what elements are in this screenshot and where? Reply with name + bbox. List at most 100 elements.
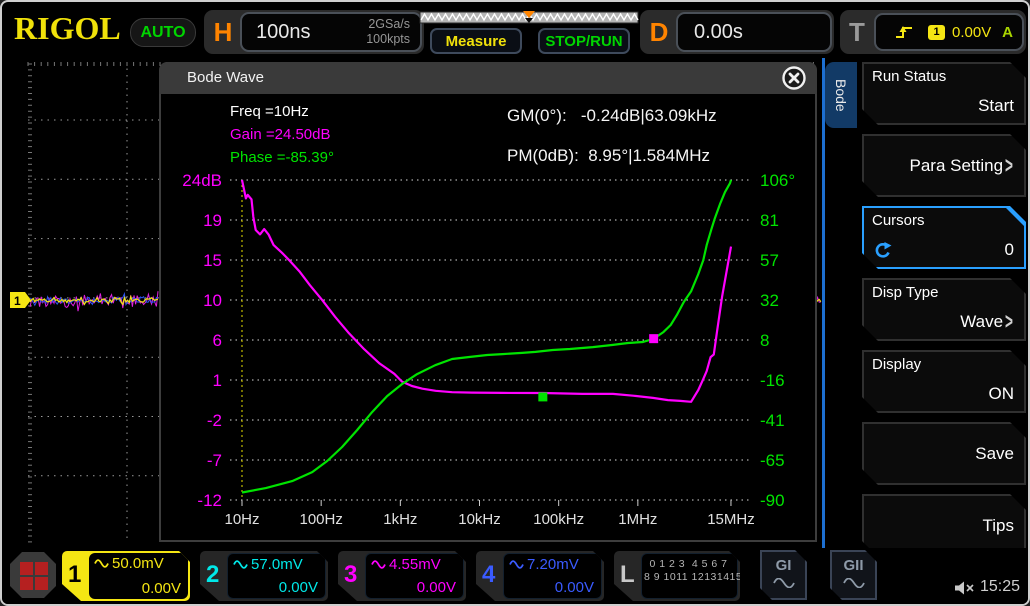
rotate-icon bbox=[872, 241, 892, 259]
sample-rate: 2GSa/s 100kpts bbox=[366, 17, 410, 47]
bottom-bar: 150.0mV0.00V257.0mV0.00V34.55mV0.00V47.2… bbox=[2, 548, 1030, 606]
phase-tick-label: -41 bbox=[760, 411, 785, 430]
freq-tick-label: 1kHz bbox=[383, 511, 417, 528]
tab-bode[interactable]: Bode bbox=[825, 62, 857, 128]
ac-coupling-icon bbox=[371, 560, 386, 569]
oscilloscope-screen: 1 RIGOL AUTO H 100ns 2GSa/s 100kpts Meas… bbox=[0, 0, 1030, 606]
menu-item-value: Start bbox=[978, 96, 1014, 116]
delay-group: D 0.00s bbox=[640, 10, 834, 54]
trigger-mode: A bbox=[1002, 24, 1013, 41]
menu-item-value: Wave> bbox=[960, 312, 1014, 332]
horizontal-group: H 100ns 2GSa/s 100kpts bbox=[204, 10, 424, 54]
delay-box[interactable]: 0.00s bbox=[676, 12, 832, 52]
dialog-titlebar[interactable]: Bode Wave bbox=[159, 62, 817, 94]
gain-curve bbox=[242, 180, 731, 402]
channel-1-box[interactable]: 1 50.0mV0.00V bbox=[62, 551, 190, 601]
ac-coupling-icon bbox=[233, 560, 248, 569]
logic-channels-box[interactable]: L0 1 2 3 4 5 6 78 9 1011 12131415 bbox=[614, 551, 740, 601]
ac-coupling-icon bbox=[94, 559, 109, 568]
timebase-position-strip[interactable] bbox=[419, 9, 639, 26]
menu-item-cursors[interactable]: Cursors0 bbox=[862, 206, 1026, 269]
gain-tick-label: 15 bbox=[203, 251, 222, 270]
phase-tick-label: 57 bbox=[760, 251, 779, 270]
gain-tick-label: 1 bbox=[213, 371, 222, 390]
menu-item-value: Tips bbox=[983, 516, 1015, 536]
channel-number: 1 bbox=[68, 561, 81, 589]
gain-tick-label: -2 bbox=[207, 411, 222, 430]
phase-tick-label: -65 bbox=[760, 451, 785, 470]
sine-icon bbox=[843, 578, 865, 588]
menu-item-value: Para Setting> bbox=[910, 156, 1015, 176]
channel-readout: 4.55mV 0.00V bbox=[365, 553, 464, 599]
trigger-edge-icon bbox=[894, 24, 914, 40]
auto-status-badge: AUTO bbox=[130, 18, 196, 47]
freq-tick-label: 100Hz bbox=[299, 511, 342, 528]
sidebar-menu: Run StatusStart Para Setting> Cursors0 Disp… bbox=[862, 62, 1026, 557]
channel-readout: 7.20mV 0.00V bbox=[503, 553, 602, 599]
bode-chart: 24dB106°198115571032681-16-2-41-7-65-12-… bbox=[159, 94, 813, 540]
clock: 15:25 bbox=[980, 578, 1020, 596]
menu-item-para-setting[interactable]: Para Setting> bbox=[862, 134, 1026, 197]
bode-wave-dialog: Bode Wave Freq =10Hz Gain =24.50dB Phase… bbox=[159, 62, 817, 542]
trigger-box[interactable]: 1 0.00V A bbox=[874, 13, 1024, 51]
ac-coupling-icon bbox=[509, 560, 524, 569]
memory-depth: 100kpts bbox=[366, 32, 410, 46]
channel-scale: 7.20mV bbox=[527, 556, 579, 573]
freq-tick-label: 100kHz bbox=[533, 511, 584, 528]
phase-tick-label: 106° bbox=[760, 171, 795, 190]
channel-readout: 50.0mV0.00V bbox=[89, 553, 188, 599]
menu-item-label: Disp Type bbox=[872, 284, 938, 301]
main-menu-button[interactable] bbox=[10, 552, 56, 598]
phase-tick-label: 32 bbox=[760, 291, 779, 310]
gain-tick-label: 24dB bbox=[182, 171, 222, 190]
logic-row-8-15: 8 9 1011 12131415 bbox=[644, 571, 733, 584]
menu-item-label: Display bbox=[872, 356, 921, 373]
logic-readout: 0 1 2 3 4 5 6 78 9 1011 12131415 bbox=[641, 553, 738, 599]
gain-tick-label: 10 bbox=[203, 291, 222, 310]
menu-item-save[interactable]: Save bbox=[862, 422, 1026, 485]
menu-item-display[interactable]: DisplayON bbox=[862, 350, 1026, 413]
channel-status-row: 150.0mV0.00V257.0mV0.00V34.55mV0.00V47.2… bbox=[62, 551, 740, 601]
gain-tick-label: -12 bbox=[197, 491, 222, 510]
measure-button[interactable]: Measure bbox=[430, 28, 522, 54]
menu-item-disp-type[interactable]: Disp Type Wave> bbox=[862, 278, 1026, 341]
pm-cursor-marker[interactable] bbox=[649, 334, 658, 343]
gm-cursor-marker[interactable] bbox=[538, 392, 547, 401]
gain-tick-label: 19 bbox=[203, 211, 222, 230]
gain-tick-label: 6 bbox=[213, 331, 222, 350]
trigger-level: 0.00V bbox=[952, 24, 991, 41]
trigger-label: T bbox=[840, 10, 874, 54]
sidebar-divider bbox=[822, 58, 825, 550]
stop-run-button[interactable]: STOP/RUN bbox=[538, 28, 630, 54]
svg-text:1: 1 bbox=[14, 294, 21, 308]
freq-tick-label: 15MHz bbox=[707, 511, 755, 528]
phase-tick-label: 81 bbox=[760, 211, 779, 230]
freq-tick-label: 10kHz bbox=[458, 511, 501, 528]
gain-tick-label: -7 bbox=[207, 451, 222, 470]
phase-tick-label: -16 bbox=[760, 371, 785, 390]
chevron-right-icon: > bbox=[1005, 309, 1013, 336]
gen2-button[interactable]: GII bbox=[830, 550, 877, 600]
channel-4-box[interactable]: 47.20mV0.00V bbox=[476, 551, 604, 601]
speaker-muted-icon[interactable] bbox=[954, 580, 976, 596]
chevron-right-icon: > bbox=[1005, 152, 1013, 179]
delay-label: D bbox=[642, 10, 676, 54]
channel-offset: 0.00V bbox=[279, 579, 318, 596]
channel-3-box[interactable]: 3 4.55mV 0.00V bbox=[338, 551, 466, 601]
menu-item-run-status[interactable]: Run StatusStart bbox=[862, 62, 1026, 125]
channel-offset: 0.00V bbox=[555, 579, 594, 596]
close-icon[interactable] bbox=[781, 65, 807, 91]
freq-tick-label: 10Hz bbox=[224, 511, 259, 528]
channel-offset: 0.00V bbox=[417, 579, 456, 596]
phase-tick-label: 8 bbox=[760, 331, 769, 350]
menu-item-value: 0 bbox=[1005, 240, 1014, 260]
trigger-source-badge: 1 bbox=[928, 25, 945, 40]
channel-scale: 50.0mV bbox=[112, 555, 164, 572]
channel-2-box[interactable]: 257.0mV0.00V bbox=[200, 551, 328, 601]
channel-number: 3 bbox=[344, 561, 357, 589]
trigger-group: T 1 0.00V A bbox=[840, 10, 1026, 54]
timebase-box[interactable]: 100ns 2GSa/s 100kpts bbox=[240, 12, 422, 52]
logic-label: L bbox=[620, 561, 635, 589]
channel-scale: 4.55mV bbox=[389, 556, 441, 573]
gen1-button[interactable]: GI bbox=[760, 550, 807, 600]
